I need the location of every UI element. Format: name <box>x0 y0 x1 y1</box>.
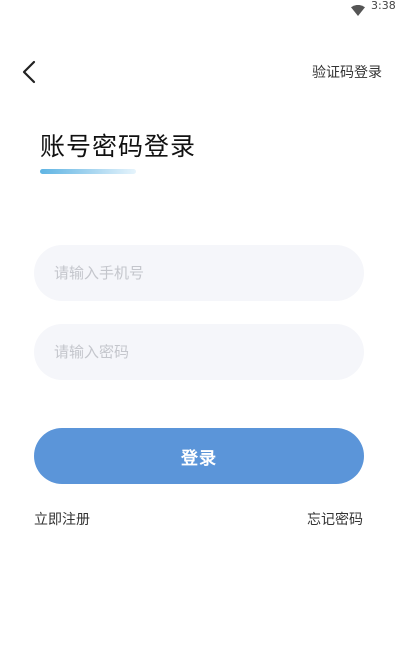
register-link[interactable]: 立即注册 <box>34 511 90 529</box>
back-button[interactable] <box>14 58 44 90</box>
status-time: 3:38 <box>371 0 396 12</box>
title-underline <box>40 169 136 174</box>
login-button[interactable]: 登录 <box>34 428 364 484</box>
phone-input[interactable] <box>34 245 364 301</box>
password-input[interactable] <box>34 324 364 380</box>
forgot-password-link[interactable]: 忘记密码 <box>307 511 363 529</box>
chevron-left-icon <box>22 60 36 88</box>
page-title: 账号密码登录 <box>40 132 197 161</box>
password-input-container <box>34 324 364 380</box>
wifi-icon <box>351 1 365 16</box>
status-bar: 3:38 <box>0 0 400 16</box>
phone-input-container <box>34 245 364 301</box>
sms-login-link[interactable]: 验证码登录 <box>312 64 382 82</box>
